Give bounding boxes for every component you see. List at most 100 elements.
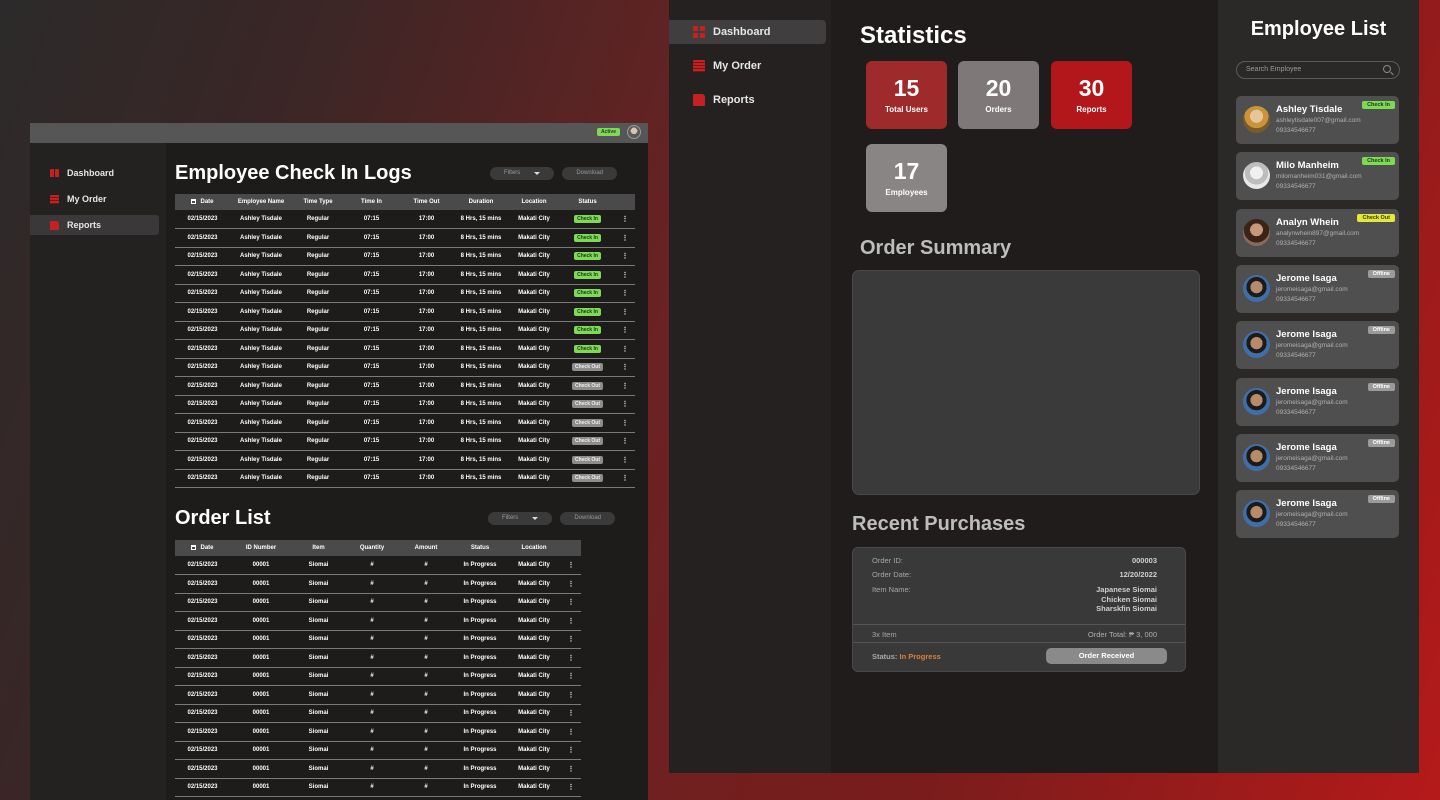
employee-card[interactable]: Ashley Tisdale ashleytisdale007@gmail.com… [1236,96,1399,144]
status-badge: Active [596,128,620,136]
more-options-icon[interactable]: ⋮ [561,741,581,760]
table-row[interactable]: 02/15/2023 Ashley Tisdale Regular 07:15 17:0… [175,265,635,285]
filters-dropdown[interactable]: Filters [489,166,555,180]
table-row[interactable]: 02/15/2023 00001 Siomai # # In Progress Makati… [175,685,581,705]
more-options-icon[interactable]: ⋮ [615,450,635,470]
sidebar-item-reports[interactable]: Reports [669,88,831,112]
table-row[interactable]: 02/15/2023 Ashley Tisdale Regular 07:15 17:0… [175,302,635,322]
more-options-icon[interactable]: ⋮ [615,413,635,433]
table-cell: Check In [560,302,615,322]
table-row[interactable]: 02/15/2023 00001 Siomai # # In Progress Makati… [175,722,581,742]
table-cell: Check In [560,210,615,229]
more-options-icon[interactable]: ⋮ [615,321,635,340]
table-row[interactable]: 02/15/2023 00001 Siomai # # In Progress Makati… [175,648,581,668]
more-options-icon[interactable]: ⋮ [615,395,635,414]
table-row[interactable]: 02/15/2023 Ashley Tisdale Regular 07:15 17:0… [175,284,635,303]
more-options-icon[interactable]: ⋮ [561,722,581,742]
table-row[interactable]: 02/15/2023 Ashley Tisdale Regular 07:15 17:0… [175,376,635,396]
employee-card[interactable]: Jerome Isaga jeromeisaga@gmail.com 0933454… [1236,264,1399,313]
table-row[interactable]: 02/15/2023 Ashley Tisdale Regular 07:15 17:0… [175,413,635,433]
table-cell: 00001 [230,630,292,649]
column-header-actions [615,194,635,210]
employee-card[interactable]: Jerome Isaga jeromeisaga@gmail.com 0933454… [1236,321,1399,370]
table-row[interactable]: 02/15/2023 00001 Siomai # # In Progress Makati… [175,630,581,649]
table-row[interactable]: 02/15/2023 00001 Siomai # # In Progress Makati… [175,593,581,612]
table-row[interactable]: 02/15/2023 00001 Siomai # # In Progress Makati… [175,574,581,594]
sidebar-item-dashboard[interactable]: Dashboard [669,20,826,44]
table-row[interactable]: 02/15/2023 Ashley Tisdale Regular 07:15 17:0… [175,339,635,359]
stat-card-reports[interactable]: 30 Reports [1051,61,1132,129]
table-cell: 8 Hrs, 15 mins [454,247,508,266]
filters-label: Filters [503,169,521,176]
employee-email: jeromeisaga@gmail.com [1276,398,1348,406]
employee-card[interactable]: Milo Manheim milomanheim031@gmail.com 0933… [1236,152,1399,201]
table-row[interactable]: 02/15/2023 00001 Siomai # # In Progress Makati… [175,667,581,686]
stat-card-employees[interactable]: 17 Employees [866,144,947,212]
table-row[interactable]: 02/15/2023 00001 Siomai # # In Progress Makati… [175,704,581,723]
more-options-icon[interactable]: ⋮ [615,339,635,359]
more-options-icon[interactable]: ⋮ [615,284,635,303]
more-options-icon[interactable]: ⋮ [561,778,581,797]
more-options-icon[interactable]: ⋮ [615,228,635,248]
sidebar-item-my-order[interactable]: My Order [669,54,831,78]
search-icon[interactable] [1383,65,1391,73]
filters-dropdown[interactable]: Filters [487,511,553,525]
table-row[interactable]: 02/15/2023 Ashley Tisdale Regular 07:15 17:0… [175,432,635,451]
table-cell: Siomai [292,667,345,686]
download-button[interactable]: Download [560,511,615,525]
table-cell: # [399,593,453,612]
table-row[interactable]: 02/15/2023 00001 Siomai # # In Progress Makati… [175,611,581,631]
table-row[interactable]: 02/15/2023 Ashley Tisdale Regular 07:15 17:0… [175,358,635,377]
employee-card[interactable]: Jerome Isaga jeromeisaga@gmail.com 0933454… [1236,433,1399,482]
table-row[interactable]: 02/15/2023 Ashley Tisdale Regular 07:15 17:0… [175,210,635,229]
more-options-icon[interactable]: ⋮ [561,556,581,575]
order-received-button[interactable]: Order Received [1046,648,1167,664]
avatar[interactable] [627,125,641,139]
avatar [1243,218,1270,246]
employee-card[interactable]: Analyn Whein analynwhein897@gmail.com 0933… [1236,208,1399,257]
more-options-icon[interactable]: ⋮ [561,704,581,723]
table-row[interactable]: 02/15/2023 Ashley Tisdale Regular 07:15 17:0… [175,247,635,266]
table-row[interactable]: 02/15/2023 00001 Siomai # # In Progress Makati… [175,778,581,797]
more-options-icon[interactable]: ⋮ [561,648,581,668]
column-header: Duration [454,194,508,210]
download-button[interactable]: Download [562,166,617,180]
more-options-icon[interactable]: ⋮ [615,432,635,451]
more-options-icon[interactable]: ⋮ [615,358,635,377]
table-row[interactable]: 02/15/2023 00001 Siomai # # In Progress Makati… [175,741,581,760]
more-options-icon[interactable]: ⋮ [615,247,635,266]
stat-card-total-users[interactable]: 15 Total Users [866,61,947,129]
search-input[interactable]: Search Employee [1236,61,1400,79]
table-cell: # [399,759,453,779]
table-row[interactable]: 02/15/2023 00001 Siomai # # In Progress Makati… [175,556,581,575]
table-row[interactable]: 02/15/2023 Ashley Tisdale Regular 07:15 17:0… [175,228,635,248]
more-options-icon[interactable]: ⋮ [615,210,635,229]
more-options-icon[interactable]: ⋮ [561,593,581,612]
more-options-icon[interactable]: ⋮ [561,667,581,686]
more-options-icon[interactable]: ⋮ [561,759,581,779]
more-options-icon[interactable]: ⋮ [615,469,635,488]
sidebar-item-label: Reports [67,220,102,230]
table-row[interactable]: 02/15/2023 Ashley Tisdale Regular 07:15 17:0… [175,395,635,414]
stat-card-orders[interactable]: 20 Orders [958,61,1039,129]
column-header-label: Quantity [359,545,385,551]
sidebar-item-dashboard[interactable]: Dashboard [30,163,159,183]
more-options-icon[interactable]: ⋮ [561,574,581,594]
more-options-icon[interactable]: ⋮ [615,265,635,285]
more-options-icon[interactable]: ⋮ [615,302,635,322]
employee-card[interactable]: Jerome Isaga jeromeisaga@gmail.com 0933454… [1236,490,1399,539]
more-options-icon[interactable]: ⋮ [615,376,635,396]
column-header: Employee Name [230,194,292,210]
table-row[interactable]: 02/15/2023 00001 Siomai # # In Progress Makati… [175,759,581,779]
table-row[interactable]: 02/15/2023 Ashley Tisdale Regular 07:15 17:0… [175,450,635,470]
table-row[interactable]: 02/15/2023 Ashley Tisdale Regular 07:15 17:0… [175,469,635,488]
column-header-label: Date [200,545,214,551]
table-row[interactable]: 02/15/2023 Ashley Tisdale Regular 07:15 17:0… [175,321,635,340]
more-options-icon[interactable]: ⋮ [561,630,581,649]
employee-card[interactable]: Jerome Isaga jeromeisaga@gmail.com 0933454… [1236,377,1399,426]
order-summary-panel [852,270,1200,495]
sidebar-item-my-order[interactable]: My Order [30,189,159,209]
sidebar-item-reports[interactable]: Reports [30,215,159,235]
more-options-icon[interactable]: ⋮ [561,611,581,631]
more-options-icon[interactable]: ⋮ [561,685,581,705]
